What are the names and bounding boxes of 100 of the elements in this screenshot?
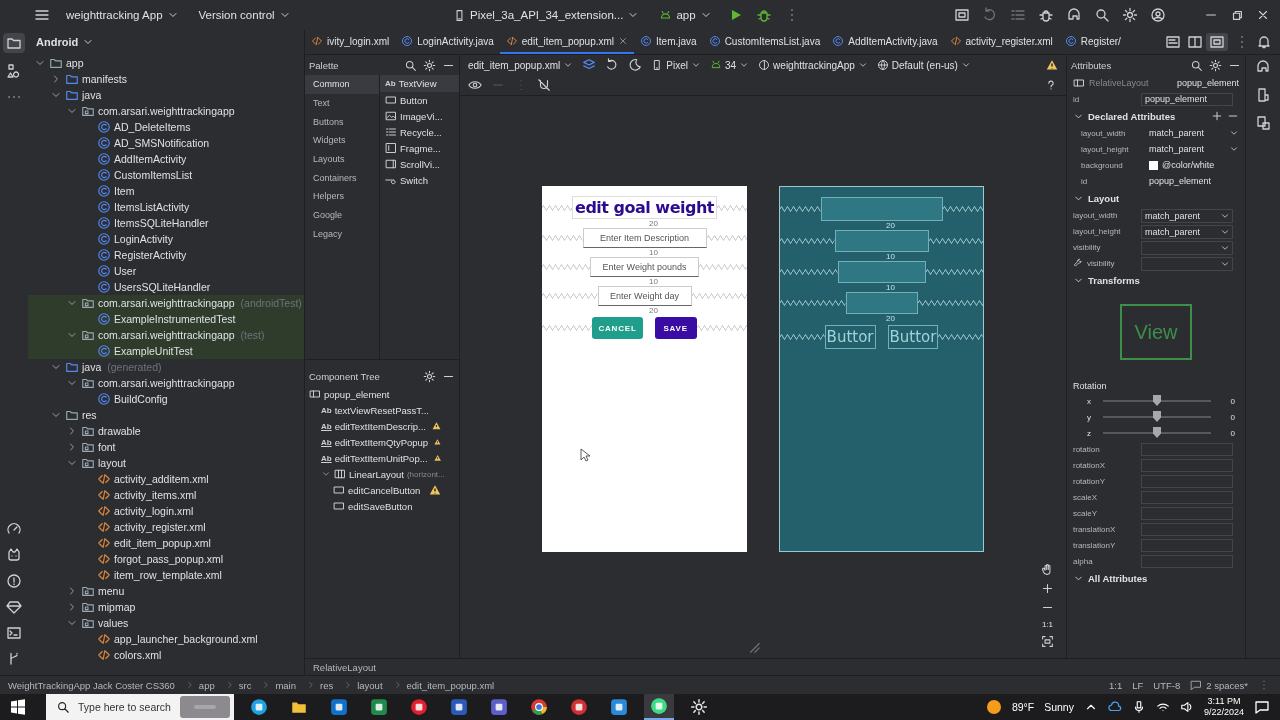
tree-item[interactable]: com.arsari.weighttrackingapp bbox=[28, 103, 304, 119]
tree-item[interactable]: CustomItemsList bbox=[28, 167, 304, 183]
tree-item[interactable]: LoginActivity bbox=[28, 231, 304, 247]
breadcrumb-item[interactable]: main bbox=[275, 679, 296, 691]
component-tree-item[interactable]: editSaveButton bbox=[305, 498, 459, 514]
palette-category[interactable]: Containers bbox=[305, 168, 379, 188]
palette-item[interactable]: Button bbox=[380, 92, 459, 108]
project-selector[interactable]: weighttracking App bbox=[62, 6, 183, 24]
breadcrumb-item[interactable]: WeightTrackingApp Jack Coster CS360 bbox=[8, 679, 175, 691]
editor-tab[interactable]: AddItemActivity.java bbox=[826, 30, 944, 54]
tree-item[interactable]: User bbox=[28, 263, 304, 279]
palette-item[interactable]: Fragme... bbox=[380, 140, 459, 156]
palette-category[interactable]: Layouts bbox=[305, 149, 379, 169]
tree-item[interactable]: activity_additem.xml bbox=[28, 471, 304, 487]
tree-item[interactable]: ExampleInstrumentedTest bbox=[28, 311, 304, 327]
device-selector[interactable]: Pixel bbox=[651, 59, 701, 71]
tree-item[interactable]: ExampleUnitTest bbox=[28, 343, 304, 359]
component-tree-item[interactable]: editCancelButton bbox=[305, 482, 459, 498]
breadcrumb-item[interactable]: res bbox=[320, 679, 334, 691]
component-tree-item[interactable]: Ab textViewResetPassT... bbox=[305, 402, 459, 418]
tree-item[interactable]: ItemsSQLiteHandler bbox=[28, 215, 304, 231]
project-view-selector[interactable]: Android bbox=[28, 30, 304, 54]
palette-item[interactable]: ImageVi... bbox=[380, 108, 459, 124]
tree-item[interactable]: activity_login.xml bbox=[28, 503, 304, 519]
line-ending[interactable]: LF bbox=[1132, 679, 1144, 691]
tree-item[interactable]: activity_register.xml bbox=[28, 519, 304, 535]
tree-item[interactable]: java bbox=[28, 87, 304, 103]
tree-item[interactable]: values bbox=[28, 615, 304, 631]
preview-field[interactable]: Enter Item Description bbox=[582, 228, 707, 248]
editor-tab[interactable]: ivity_login.xml bbox=[305, 30, 396, 54]
file-selector[interactable]: edit_item_popup.xml bbox=[468, 59, 574, 71]
api-level-selector[interactable]: 34 bbox=[709, 59, 750, 71]
breadcrumb-item[interactable]: src bbox=[238, 679, 252, 691]
component-tree-item[interactable]: Ab editTextItemUnitPop... bbox=[305, 450, 459, 466]
preview-field[interactable]: Enter Weight pounds bbox=[590, 257, 699, 277]
tree-item[interactable]: AddItemActivity bbox=[28, 151, 304, 167]
search-box[interactable]: Type here to search bbox=[46, 694, 234, 720]
editor-tab[interactable]: activity_register.xml bbox=[943, 30, 1059, 54]
tree-item[interactable]: RegisterActivity bbox=[28, 247, 304, 263]
palette-category[interactable]: Google bbox=[305, 205, 379, 225]
palette-item[interactable]: Ab TextView bbox=[380, 75, 459, 92]
run-configuration[interactable]: app bbox=[655, 5, 716, 25]
preview-field[interactable]: Enter Weight day bbox=[597, 286, 692, 306]
breadcrumb-item[interactable]: edit_item_popup.xml bbox=[406, 679, 495, 691]
version-control-menu[interactable]: Version control bbox=[194, 6, 295, 24]
component-tree-item[interactable]: Ab editTextItemQtyPopup bbox=[305, 434, 459, 450]
tree-item[interactable]: drawable bbox=[28, 423, 304, 439]
tree-item[interactable]: forgot_pass_popup.xml bbox=[28, 551, 304, 567]
id-field[interactable]: popup_element bbox=[1141, 92, 1233, 106]
palette-item[interactable]: Switch bbox=[380, 172, 459, 188]
attribute-dropdown[interactable]: match_parent bbox=[1141, 209, 1233, 223]
editor-tab[interactable]: edit_item_popup.xml bbox=[499, 30, 635, 54]
device-selector[interactable]: Pixel_3a_API_34_extension... bbox=[449, 5, 644, 25]
tree-item[interactable]: BuildConfig bbox=[28, 391, 304, 407]
palette-category[interactable]: Buttons bbox=[305, 112, 379, 132]
tree-item[interactable]: edit_item_popup.xml bbox=[28, 535, 304, 551]
taskbar-search-field[interactable]: Type here to search bbox=[76, 700, 174, 714]
component-tree-item[interactable]: Ab editTextItemDescrip... bbox=[305, 418, 459, 434]
palette-category[interactable]: Widgets bbox=[305, 131, 379, 150]
weather-label[interactable]: Sunny bbox=[1044, 701, 1074, 713]
theme-selector[interactable]: weighttrackingApp bbox=[758, 59, 868, 71]
clock-date[interactable]: 9/22/2024 bbox=[1203, 707, 1244, 718]
tree-item[interactable]: com.arsari.weighttrackingapp bbox=[28, 375, 304, 391]
locale-selector[interactable]: Default (en-us) bbox=[876, 59, 971, 71]
tree-item[interactable]: AD_SMSNotification bbox=[28, 135, 304, 151]
palette-item[interactable]: ScrollVi... bbox=[380, 156, 459, 172]
palette-category[interactable]: Legacy bbox=[305, 224, 379, 244]
cursor-position[interactable]: 1:1 bbox=[1109, 679, 1123, 691]
tree-item[interactable]: app bbox=[28, 55, 304, 71]
palette-category[interactable]: Helpers bbox=[305, 187, 379, 206]
tree-item[interactable]: res bbox=[28, 407, 304, 423]
tree-item[interactable]: layout bbox=[28, 455, 304, 471]
editor-tab[interactable]: Item.java bbox=[634, 30, 703, 54]
breadcrumb-item[interactable]: app bbox=[198, 679, 215, 691]
editor-tab[interactable]: CustomItemsList.java bbox=[702, 30, 827, 54]
clock-time[interactable]: 3:11 PM bbox=[1207, 696, 1241, 707]
temperature[interactable]: 89°F bbox=[1011, 701, 1035, 713]
tree-item[interactable]: font bbox=[28, 439, 304, 455]
editor-tab[interactable]: LoginActivity.java bbox=[395, 30, 500, 54]
palette-item[interactable]: Recycle... bbox=[380, 124, 459, 140]
attribute-value[interactable]: match_parent bbox=[1149, 144, 1225, 154]
component-tree-item[interactable]: popup_element bbox=[305, 386, 459, 402]
palette-category[interactable]: Text bbox=[305, 93, 379, 113]
save-button[interactable]: SAVE bbox=[654, 317, 697, 339]
tree-item[interactable]: item_row_template.xml bbox=[28, 567, 304, 583]
tree-item[interactable]: app_launcher_background.xml bbox=[28, 631, 304, 647]
tree-item[interactable]: java (generated) bbox=[28, 359, 304, 375]
indent-setting[interactable]: 2 spaces* bbox=[1206, 679, 1248, 691]
palette-category[interactable]: Common bbox=[305, 75, 379, 94]
tree-item[interactable]: menu bbox=[28, 583, 304, 599]
tree-item[interactable]: mipmap bbox=[28, 599, 304, 615]
tree-item[interactable]: UsersSQLiteHandler bbox=[28, 279, 304, 295]
breadcrumb-item[interactable]: layout bbox=[357, 679, 383, 691]
tree-item[interactable]: colors.xml bbox=[28, 647, 304, 663]
component-tree-item[interactable]: LinearLayout (horizont... bbox=[305, 466, 459, 482]
attribute-value[interactable]: match_parent bbox=[1149, 128, 1225, 138]
tree-item[interactable]: com.arsari.weighttrackingapp (androidTest) bbox=[28, 295, 304, 311]
tree-item[interactable]: com.arsari.weighttrackingapp (test) bbox=[28, 327, 304, 343]
file-encoding[interactable]: UTF-8 bbox=[1153, 679, 1181, 691]
tree-item[interactable]: manifests bbox=[28, 71, 304, 87]
